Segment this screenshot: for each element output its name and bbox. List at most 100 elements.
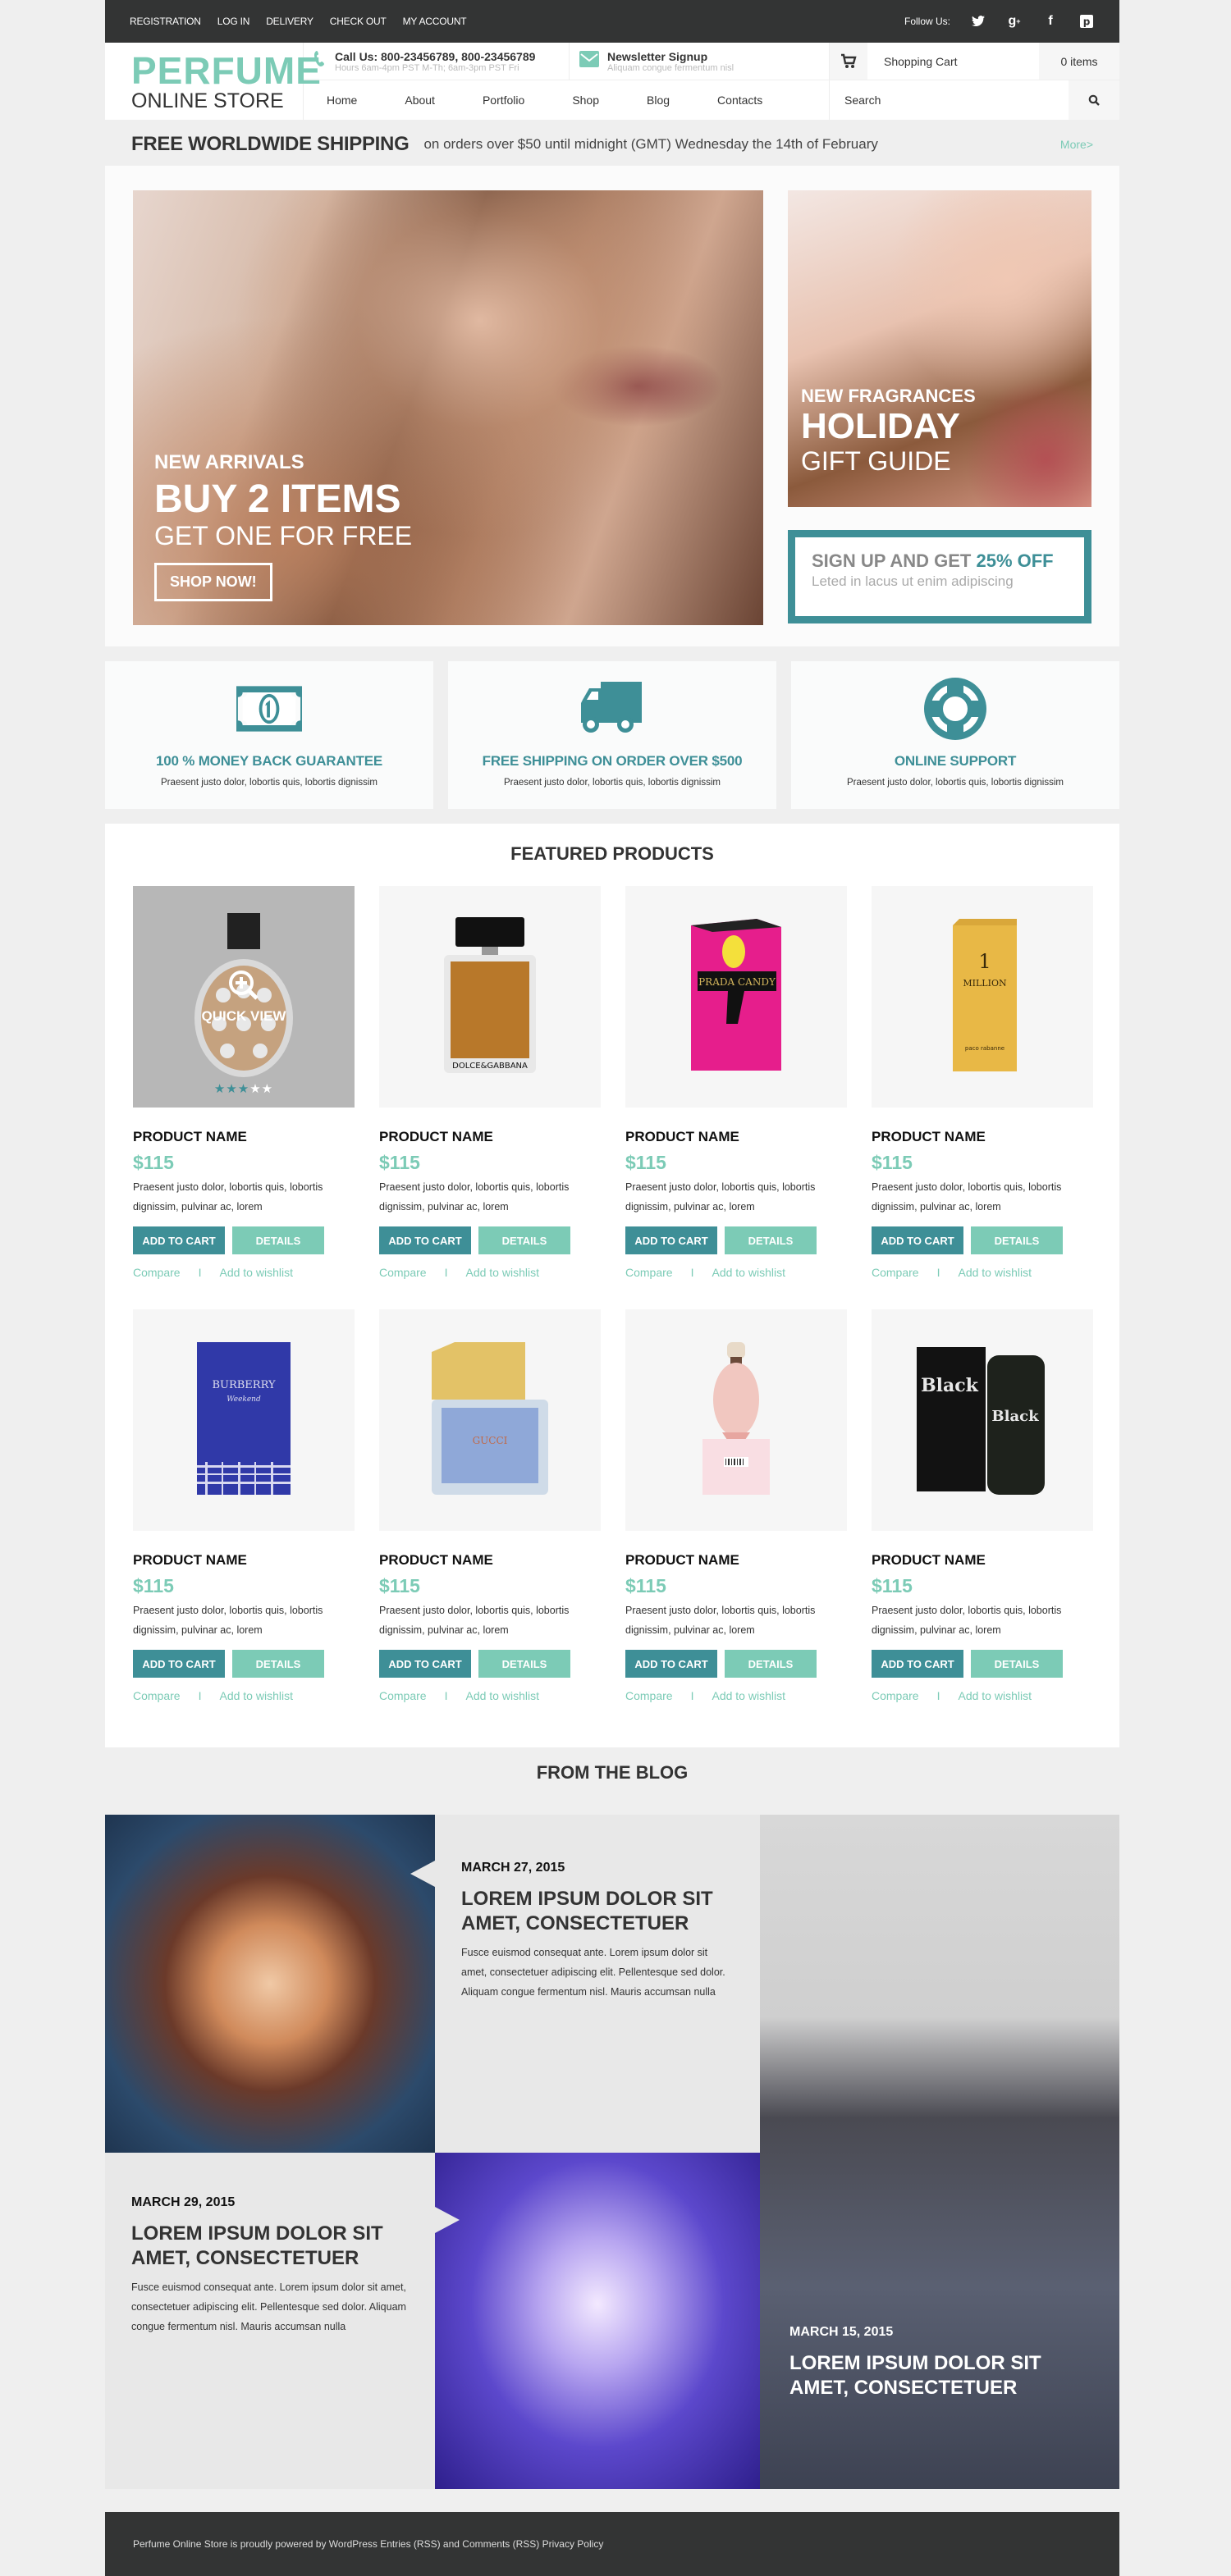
add-to-wishlist-link[interactable]: Add to wishlist [958, 1689, 1031, 1702]
add-to-cart-button[interactable]: ADD TO CART [625, 1650, 717, 1678]
add-to-cart-button[interactable]: ADD TO CART [872, 1650, 963, 1678]
nav-home[interactable]: Home [327, 94, 357, 107]
product-card: Black Black PRODUCT NAME $115 Praesent justo… [872, 1309, 1093, 1733]
quick-view-overlay[interactable]: QUICK VIEW [133, 886, 355, 1108]
star-icon: ★ [226, 1082, 238, 1096]
add-to-cart-button[interactable]: ADD TO CART [379, 1226, 471, 1254]
details-button[interactable]: DETAILS [478, 1650, 570, 1678]
product-image[interactable] [625, 1309, 847, 1531]
search-button[interactable] [1069, 80, 1119, 120]
product-price: $115 [379, 1575, 420, 1596]
newsletter-signup[interactable]: Newsletter Signup Aliquam congue ferment… [570, 43, 734, 80]
add-to-wishlist-link[interactable]: Add to wishlist [712, 1266, 785, 1279]
checkout-link[interactable]: CHECK OUT [330, 16, 387, 27]
pinterest-icon[interactable]: p [1078, 13, 1095, 30]
delivery-link[interactable]: DELIVERY [266, 16, 313, 27]
product-name[interactable]: PRODUCT NAME [872, 1552, 1093, 1569]
add-to-cart-button[interactable]: ADD TO CART [133, 1226, 225, 1254]
logo[interactable]: PERFUME ONLINE STORE [105, 43, 321, 120]
product-links: Compare I Add to wishlist [133, 1266, 355, 1279]
product-name[interactable]: PRODUCT NAME [872, 1129, 1093, 1145]
details-button[interactable]: DETAILS [232, 1650, 324, 1678]
compare-link[interactable]: Compare [379, 1266, 427, 1279]
product-price: $115 [133, 1152, 174, 1173]
blog-post-image-3[interactable]: MARCH 15, 2015 LOREM IPSUM DOLOR SIT AME… [760, 1815, 1119, 2489]
registration-link[interactable]: REGISTRATION [130, 16, 201, 27]
nav-about[interactable]: About [405, 94, 435, 107]
facebook-icon[interactable]: f [1042, 13, 1059, 30]
login-link[interactable]: LOG IN [217, 16, 250, 27]
twitter-icon[interactable] [970, 13, 986, 30]
compare-link[interactable]: Compare [625, 1689, 673, 1702]
cart-icon [830, 43, 867, 80]
add-to-wishlist-link[interactable]: Add to wishlist [465, 1689, 538, 1702]
product-description: Praesent justo dolor, lobortis quis, lob… [625, 1181, 816, 1213]
blog-post-image-2[interactable] [435, 2153, 760, 2489]
product-image[interactable]: BURBERRY Weekend [133, 1309, 355, 1531]
add-to-cart-button[interactable]: ADD TO CART [133, 1650, 225, 1678]
post-title[interactable]: LOREM IPSUM DOLOR SIT AMET, CONSECTETUER [461, 1887, 734, 1936]
add-to-cart-button[interactable]: ADD TO CART [872, 1226, 963, 1254]
nav-blog[interactable]: Blog [647, 94, 670, 107]
details-button[interactable]: DETAILS [725, 1226, 817, 1254]
compare-link[interactable]: Compare [872, 1689, 919, 1702]
more-link[interactable]: More> [1060, 138, 1093, 151]
product-image[interactable]: PRADA CANDY [625, 886, 847, 1108]
my-account-link[interactable]: MY ACCOUNT [403, 16, 467, 27]
product-image[interactable]: Black Black [872, 1309, 1093, 1531]
compare-link[interactable]: Compare [872, 1266, 919, 1279]
product-name[interactable]: PRODUCT NAME [379, 1552, 601, 1569]
shop-now-button[interactable]: SHOP NOW! [154, 563, 272, 601]
compare-link[interactable]: Compare [379, 1689, 427, 1702]
add-to-wishlist-link[interactable]: Add to wishlist [219, 1689, 292, 1702]
hero-subheadline: GET ONE FOR FREE [154, 521, 413, 550]
product-name[interactable]: PRODUCT NAME [133, 1552, 355, 1569]
add-to-wishlist-link[interactable]: Add to wishlist [958, 1266, 1031, 1279]
add-to-wishlist-link[interactable]: Add to wishlist [465, 1266, 538, 1279]
star-icon: ★ [237, 1082, 250, 1096]
details-button[interactable]: DETAILS [478, 1226, 570, 1254]
post-title[interactable]: LOREM IPSUM DOLOR SIT AMET, CONSECTETUER [789, 2351, 1069, 2400]
shopping-cart[interactable]: Shopping Cart 0 items [830, 43, 1119, 80]
nav-portfolio[interactable]: Portfolio [483, 94, 524, 107]
details-button[interactable]: DETAILS [971, 1226, 1063, 1254]
compare-link[interactable]: Compare [133, 1266, 181, 1279]
post-title[interactable]: LOREM IPSUM DOLOR SIT AMET, CONSECTETUER [131, 2222, 409, 2271]
feature-title: 100 % MONEY BACK GUARANTEE [156, 753, 382, 769]
site-footer: Perfume Online Store is proudly powered … [105, 2512, 1119, 2576]
product-image[interactable]: DOLCE&GABBANA [379, 886, 601, 1108]
nav-shop[interactable]: Shop [572, 94, 599, 107]
product-name[interactable]: PRODUCT NAME [625, 1552, 847, 1569]
product-image[interactable]: MILLION 1 paco rabanne [872, 886, 1093, 1108]
product-name[interactable]: PRODUCT NAME [625, 1129, 847, 1145]
compare-link[interactable]: Compare [625, 1266, 673, 1279]
feature-text: Praesent justo dolor, lobortis quis, lob… [847, 778, 1064, 788]
hero-main-banner[interactable]: NEW ARRIVALS BUY 2 ITEMS GET ONE FOR FRE… [133, 190, 763, 625]
svg-text:BURBERRY: BURBERRY [212, 1379, 276, 1391]
details-button[interactable]: DETAILS [232, 1226, 324, 1254]
add-to-wishlist-link[interactable]: Add to wishlist [712, 1689, 785, 1702]
compare-link[interactable]: Compare [133, 1689, 181, 1702]
post-date: MARCH 27, 2015 [461, 1861, 565, 1875]
product-actions: ADD TO CART DETAILS [625, 1650, 847, 1678]
hero-side-banner[interactable]: NEW FRAGRANCES HOLIDAY GIFT GUIDE [788, 190, 1091, 507]
signup-promo[interactable]: SIGN UP AND GET 25% OFF Leted in lacus u… [788, 530, 1091, 623]
add-to-cart-button[interactable]: ADD TO CART [625, 1226, 717, 1254]
add-to-cart-button[interactable]: ADD TO CART [379, 1650, 471, 1678]
product-name[interactable]: PRODUCT NAME [379, 1129, 601, 1145]
product-name[interactable]: PRODUCT NAME [133, 1129, 355, 1145]
google-plus-icon[interactable]: g + [1006, 13, 1023, 30]
search-input[interactable] [830, 80, 1069, 120]
add-to-wishlist-link[interactable]: Add to wishlist [219, 1266, 292, 1279]
link-separator: I [198, 1689, 202, 1702]
feature-money-back: 100 % MONEY BACK GUARANTEE Praesent just… [105, 661, 433, 809]
details-button[interactable]: DETAILS [971, 1650, 1063, 1678]
call-title: Call Us: 800-23456789, 800-23456789 [335, 49, 536, 63]
details-button[interactable]: DETAILS [725, 1650, 817, 1678]
product-bottle: Black Black [917, 1342, 1048, 1499]
blog-post-image-1[interactable] [105, 1815, 435, 2153]
nav-contacts[interactable]: Contacts [717, 94, 762, 107]
feature-text: Praesent justo dolor, lobortis quis, lob… [504, 778, 721, 788]
product-image[interactable]: GUCCI [379, 1309, 601, 1531]
product-image[interactable]: QUICK VIEW ★★★★★ [133, 886, 355, 1108]
